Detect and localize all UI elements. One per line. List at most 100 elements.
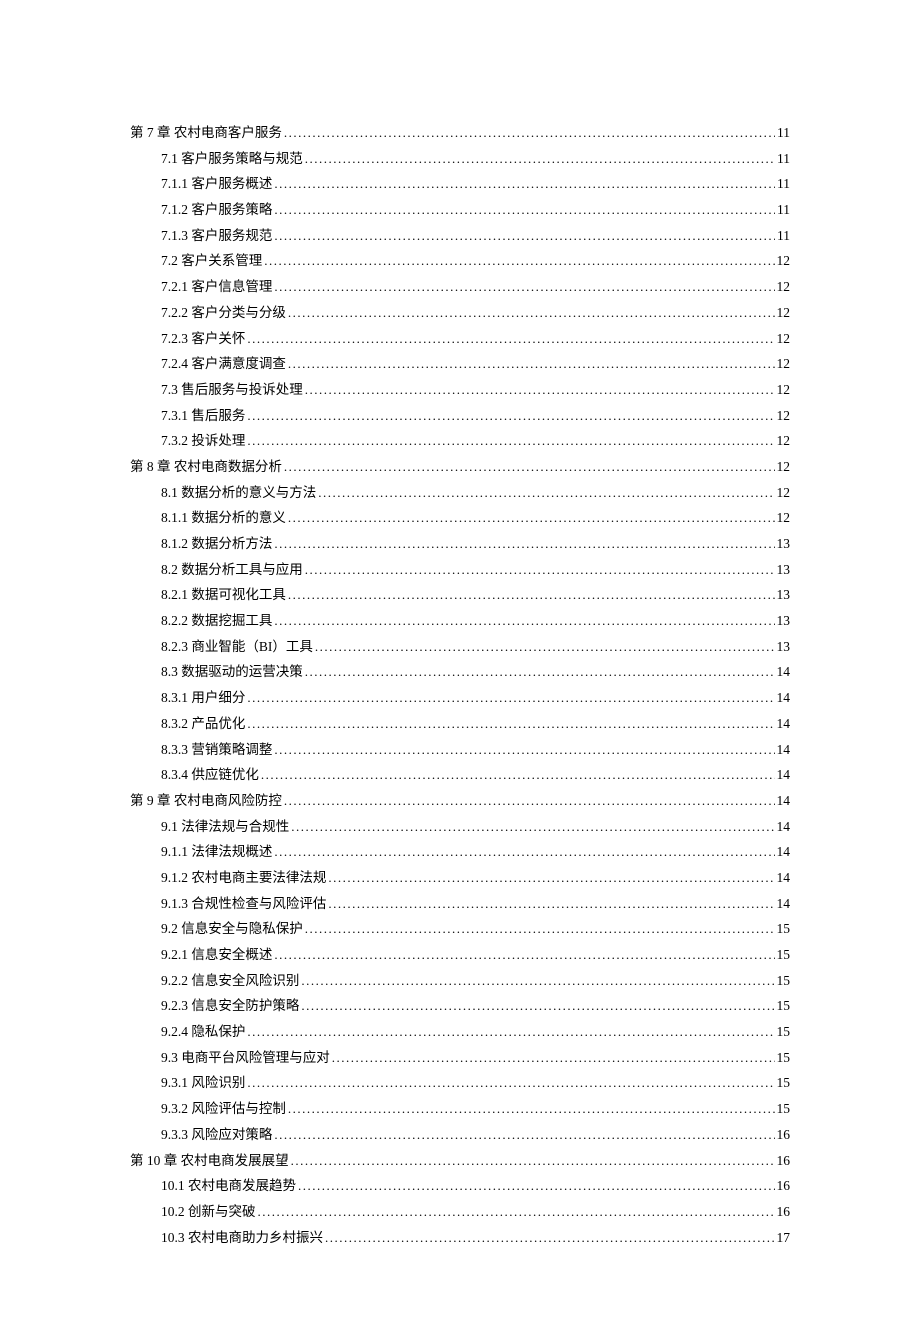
toc-entry-page: 12	[777, 377, 791, 403]
toc-entry-title: 7.1 客户服务策略与规范	[161, 146, 303, 172]
toc-entry[interactable]: 8.2 数据分析工具与应用13	[130, 557, 790, 583]
toc-leader-dots	[247, 686, 774, 711]
toc-entry[interactable]: 9.2.2 信息安全风险识别 15	[130, 968, 790, 994]
toc-entry[interactable]: 9.3.3 风险应对策略16	[130, 1122, 790, 1148]
toc-entry-title: 7.2.3 客户关怀	[161, 326, 245, 352]
toc-entry-title: 7.2.2 客户分类与分级	[161, 300, 286, 326]
toc-leader-dots	[305, 378, 775, 403]
toc-entry[interactable]: 9.1.1 法律法规概述14	[130, 839, 790, 865]
toc-entry[interactable]: 7.1 客户服务策略与规范 11	[130, 146, 790, 172]
toc-entry[interactable]: 9.3.1 风险识别 15	[130, 1070, 790, 1096]
toc-entry[interactable]: 7.1.3 客户服务规范 11	[130, 223, 790, 249]
toc-leader-dots	[328, 892, 774, 917]
toc-entry-title: 第 7 章 农村电商客户服务	[130, 120, 282, 146]
toc-entry-title: 8.2.3 商业智能（BI）工具	[161, 634, 313, 660]
toc-entry-page: 12	[777, 428, 791, 454]
toc-entry-page: 12	[777, 480, 791, 506]
toc-entry[interactable]: 7.2.1 客户信息管理12	[130, 274, 790, 300]
toc-leader-dots	[247, 429, 774, 454]
toc-entry[interactable]: 7.2.2 客户分类与分级 12	[130, 300, 790, 326]
toc-entry-page: 14	[777, 711, 791, 737]
toc-entry[interactable]: 7.1.2 客户服务策略11	[130, 197, 790, 223]
toc-entry[interactable]: 10.2 创新与突破16	[130, 1199, 790, 1225]
toc-entry[interactable]: 7.2.4 客户满意度调查 12	[130, 351, 790, 377]
toc-entry-page: 12	[777, 351, 791, 377]
toc-entry-title: 9.3 电商平台风险管理与应对	[161, 1045, 330, 1071]
toc-entry[interactable]: 8.2.1 数据可视化工具13	[130, 582, 790, 608]
toc-entry[interactable]: 9.2.3 信息安全防护策略15	[130, 993, 790, 1019]
toc-entry-page: 12	[777, 300, 791, 326]
toc-entry-title: 8.3.1 用户细分	[161, 685, 245, 711]
toc-leader-dots	[274, 1123, 774, 1148]
toc-leader-dots	[288, 506, 775, 531]
toc-leader-dots	[274, 198, 775, 223]
toc-entry[interactable]: 8.3.1 用户细分 14	[130, 685, 790, 711]
toc-entry[interactable]: 7.3.2 投诉处理 12	[130, 428, 790, 454]
toc-leader-dots	[274, 840, 774, 865]
toc-entry[interactable]: 7.3 售后服务与投诉处理 12	[130, 377, 790, 403]
toc-entry[interactable]: 8.3.2 产品优化 14	[130, 711, 790, 737]
toc-entry[interactable]: 8.3.4 供应链优化14	[130, 762, 790, 788]
toc-entry-page: 14	[777, 685, 791, 711]
toc-entry[interactable]: 7.2 客户关系管理12	[130, 248, 790, 274]
toc-entry-title: 10.3 农村电商助力乡村振兴	[161, 1225, 323, 1251]
toc-entry-title: 8.2.2 数据挖掘工具	[161, 608, 272, 634]
toc-entry[interactable]: 9.1.3 合规性检查与风险评估14	[130, 891, 790, 917]
toc-entry[interactable]: 7.2.3 客户关怀 12	[130, 326, 790, 352]
toc-leader-dots	[332, 1046, 775, 1071]
toc-entry-page: 15	[777, 968, 791, 994]
toc-entry[interactable]: 9.2.4 隐私保护 15	[130, 1019, 790, 1045]
toc-entry[interactable]: 9.2 信息安全与隐私保护15	[130, 916, 790, 942]
toc-entry[interactable]: 8.2.2 数据挖掘工具13	[130, 608, 790, 634]
toc-entry-page: 15	[777, 1045, 791, 1071]
toc-leader-dots	[301, 994, 774, 1019]
toc-entry[interactable]: 第 10 章 农村电商发展展望16	[130, 1148, 790, 1174]
toc-entry[interactable]: 第 9 章 农村电商风险防控14	[130, 788, 790, 814]
toc-entry-page: 13	[777, 582, 791, 608]
toc-entry[interactable]: 9.1 法律法规与合规性14	[130, 814, 790, 840]
toc-entry[interactable]: 7.1.1 客户服务概述11	[130, 171, 790, 197]
toc-entry[interactable]: 8.1 数据分析的意义与方法12	[130, 480, 790, 506]
toc-entry[interactable]: 第 7 章 农村电商客户服务 11	[130, 120, 790, 146]
toc-entry-title: 9.2.2 信息安全风险识别	[161, 968, 299, 994]
toc-entry-title: 10.2 创新与突破	[161, 1199, 256, 1225]
toc-entry[interactable]: 7.3.1 售后服务 12	[130, 403, 790, 429]
toc-entry[interactable]: 9.1.2 农村电商主要法律法规14	[130, 865, 790, 891]
toc-leader-dots	[288, 583, 775, 608]
toc-entry[interactable]: 8.3 数据驱动的运营决策14	[130, 659, 790, 685]
toc-leader-dots	[291, 1149, 775, 1174]
toc-leader-dots	[288, 301, 775, 326]
toc-entry[interactable]: 8.1.1 数据分析的意义12	[130, 505, 790, 531]
toc-entry-title: 9.1 法律法规与合规性	[161, 814, 289, 840]
toc-entry[interactable]: 10.3 农村电商助力乡村振兴17	[130, 1225, 790, 1251]
toc-entry[interactable]: 9.2.1 信息安全概述15	[130, 942, 790, 968]
toc-entry-title: 8.1.2 数据分析方法	[161, 531, 272, 557]
toc-entry[interactable]: 8.2.3 商业智能（BI）工具13	[130, 634, 790, 660]
toc-leader-dots	[318, 481, 774, 506]
toc-entry-page: 13	[777, 531, 791, 557]
toc-entry[interactable]: 第 8 章 农村电商数据分析12	[130, 454, 790, 480]
toc-entry[interactable]: 8.1.2 数据分析方法 13	[130, 531, 790, 557]
toc-entry-title: 7.2.4 客户满意度调查	[161, 351, 286, 377]
toc-entry-title: 7.2.1 客户信息管理	[161, 274, 272, 300]
toc-leader-dots	[247, 712, 774, 737]
toc-entry-page: 11	[777, 197, 790, 223]
toc-entry-title: 7.1.3 客户服务规范	[161, 223, 272, 249]
toc-entry-page: 11	[777, 223, 790, 249]
toc-entry-title: 7.3 售后服务与投诉处理	[161, 377, 303, 403]
toc-entry[interactable]: 8.3.3 营销策略调整14	[130, 737, 790, 763]
toc-entry-page: 14	[777, 762, 791, 788]
toc-entry[interactable]: 9.3.2 风险评估与控制15	[130, 1096, 790, 1122]
toc-leader-dots	[305, 660, 775, 685]
toc-leader-dots	[284, 455, 775, 480]
toc-leader-dots	[274, 275, 774, 300]
toc-entry-page: 11	[777, 120, 790, 146]
toc-entry-page: 11	[777, 146, 790, 172]
toc-entry-title: 第 9 章 农村电商风险防控	[130, 788, 282, 814]
toc-entry[interactable]: 10.1 农村电商发展趋势16	[130, 1173, 790, 1199]
toc-entry-page: 14	[777, 891, 791, 917]
toc-leader-dots	[325, 1226, 775, 1251]
toc-entry[interactable]: 9.3 电商平台风险管理与应对 15	[130, 1045, 790, 1071]
toc-leader-dots	[305, 147, 775, 172]
toc-entry-page: 13	[777, 557, 791, 583]
